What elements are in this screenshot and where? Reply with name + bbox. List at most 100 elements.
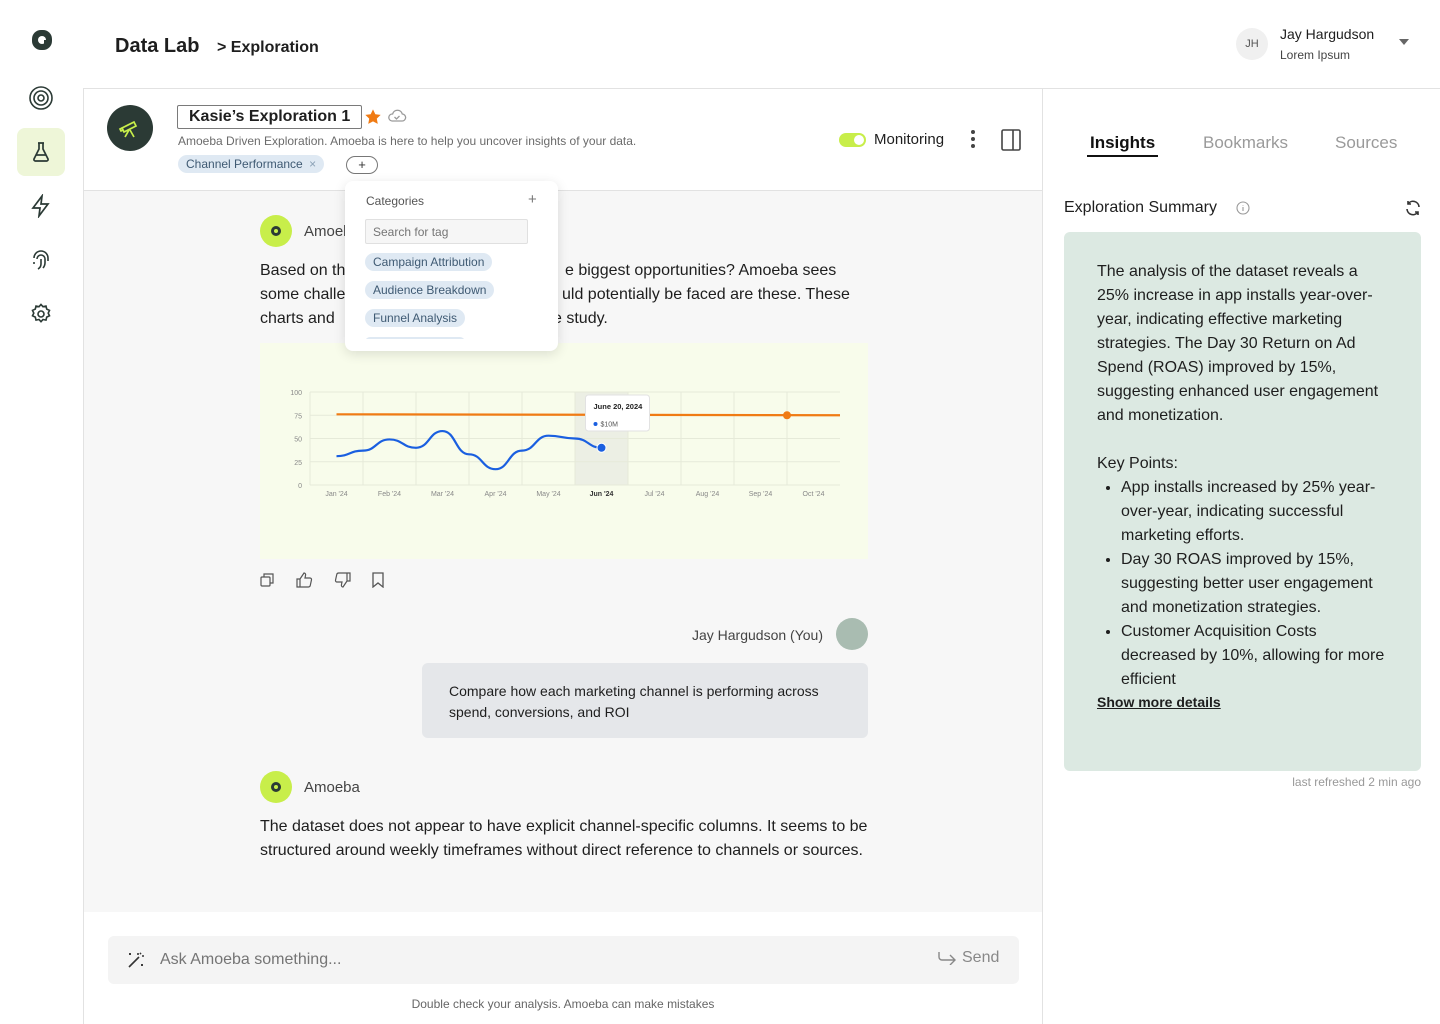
send-icon — [938, 951, 956, 965]
message-text: The dataset does not appear to have expl… — [260, 818, 868, 859]
user-avatar — [836, 618, 868, 650]
user-name: Jay Hargudson — [1280, 26, 1375, 42]
tag-option[interactable]: Audience Breakdown — [365, 281, 495, 299]
key-point: Customer Acquisition Costs decreased by … — [1121, 620, 1388, 692]
tooltip-value: $10M — [601, 422, 619, 429]
magic-wand-icon — [126, 950, 146, 970]
avatar[interactable]: JH — [1236, 28, 1268, 60]
tooltip-dot — [593, 422, 598, 426]
refresh-icon[interactable] — [1404, 199, 1422, 217]
logo-icon[interactable] — [31, 29, 53, 51]
tag-option-partial — [365, 337, 465, 339]
send-button[interactable]: Send — [938, 949, 999, 967]
user-message-author: Jay Hargudson (You) — [691, 627, 823, 643]
monitoring-label: Monitoring — [874, 131, 945, 148]
summary-title: Exploration Summary — [1064, 199, 1217, 216]
chart-container: 0 25 50 75 100 Jan '24 Feb '24 Mar '24 Apr '24 Ma… — [260, 343, 868, 559]
lightning-icon[interactable] — [17, 182, 65, 230]
close-icon[interactable]: × — [309, 157, 316, 171]
message-text-fragment: some challe — [260, 286, 346, 303]
x-tick-label: Jun '24 — [590, 491, 614, 498]
x-tick-label: May '24 — [536, 491, 560, 498]
message-author: Amoel — [304, 223, 347, 240]
cloud-icon[interactable] — [387, 108, 407, 124]
x-tick-label: Jan '24 — [325, 491, 347, 498]
show-more-link[interactable]: Show more details — [1097, 694, 1388, 710]
key-points-title: Key Points: — [1097, 455, 1178, 472]
message-text-fragment: Based on th — [260, 262, 346, 279]
x-tick-label: Jul '24 — [644, 491, 664, 498]
disclaimer: Double check your analysis. Amoeba can m… — [411, 997, 715, 1011]
amoeba-avatar — [260, 771, 292, 803]
tag-option[interactable]: Campaign Attribution — [365, 253, 493, 271]
monitoring-toggle[interactable] — [839, 133, 866, 147]
y-tick-label: 0 — [298, 483, 302, 490]
tab-sources[interactable]: Sources — [1335, 133, 1397, 153]
exploration-description: Amoeba Driven Exploration. Amoeba is her… — [178, 134, 637, 148]
active-tab-underline — [1087, 155, 1158, 157]
chat-area: Amoel Based on th e biggest opportunitie… — [84, 191, 1042, 912]
summary-paragraph: The analysis of the dataset reveals a 25… — [1097, 263, 1379, 424]
x-tick-label: Mar '24 — [431, 491, 454, 498]
star-icon[interactable] — [364, 108, 382, 126]
tag-options-list: Campaign Attribution Audience Breakdown … — [365, 253, 553, 339]
x-tick-label: Aug '24 — [696, 491, 720, 498]
info-icon[interactable] — [1236, 201, 1250, 215]
tag-popover: Categories + Campaign Attribution Audien… — [345, 181, 558, 351]
more-vertical-icon[interactable] — [970, 129, 976, 149]
panel-toggle-icon[interactable] — [1001, 129, 1021, 151]
active-point — [596, 442, 607, 453]
ask-input[interactable] — [160, 946, 860, 974]
x-tick-label: Oct '24 — [803, 491, 825, 498]
copy-icon[interactable] — [260, 573, 274, 587]
thumbs-down-icon[interactable] — [334, 572, 351, 588]
key-point: Day 30 ROAS improved by 15%, suggesting … — [1121, 548, 1388, 620]
x-tick-label: Sep '24 — [749, 491, 773, 498]
tab-insights[interactable]: Insights — [1090, 133, 1155, 153]
chevron-down-icon[interactable] — [1398, 38, 1410, 46]
main-panel: Kasie’s Exploration 1 Amoeba Driven Expl… — [83, 89, 1043, 1024]
bookmark-icon[interactable] — [372, 572, 384, 588]
message-text-fragment: charts and — [260, 310, 335, 327]
key-points-list: App installs increased by 25% year-over-… — [1121, 476, 1388, 692]
composer-area: Send Double check your analysis. Amoeba … — [84, 912, 1042, 1024]
breadcrumb[interactable]: > Exploration — [217, 39, 319, 57]
message-author: Amoeba — [304, 779, 360, 796]
app-title: Data Lab — [115, 35, 200, 57]
y-tick-label: 100 — [290, 390, 302, 397]
flask-icon[interactable] — [17, 128, 65, 176]
message-text-fragment: uld potentially be faced are these. Thes… — [562, 286, 850, 303]
line-chart: 0 25 50 75 100 Jan '24 Feb '24 Mar '24 Apr '24 Ma… — [290, 390, 841, 498]
tag-label: Channel Performance — [186, 157, 303, 171]
x-tick-label: Feb '24 — [378, 491, 401, 498]
send-label: Send — [962, 949, 1000, 966]
message-text-fragment: e biggest opportunities? Amoeba sees — [565, 262, 837, 279]
popover-title: Categories — [366, 194, 425, 208]
top-bar: Data Lab > Exploration JH Jay Hargudson … — [83, 0, 1440, 89]
exploration-title-field[interactable]: Kasie’s Exploration 1 — [177, 105, 363, 129]
summary-card: The analysis of the dataset reveals a 25… — [1064, 232, 1421, 771]
left-rail — [0, 0, 83, 1024]
series-marker — [783, 411, 791, 420]
fingerprint-icon[interactable] — [17, 236, 65, 284]
tab-bookmarks[interactable]: Bookmarks — [1203, 133, 1288, 153]
tag-search-input[interactable] — [365, 219, 528, 244]
gear-icon[interactable] — [17, 290, 65, 338]
composer: Send — [108, 936, 1019, 984]
y-tick-label: 25 — [294, 460, 302, 467]
user-message-bubble: Compare how each marketing channel is pe… — [422, 663, 868, 738]
tag-channel-performance[interactable]: Channel Performance × — [178, 155, 325, 173]
amoeba-avatar — [260, 215, 292, 247]
thumbs-up-icon[interactable] — [296, 572, 313, 588]
right-panel: Insights Bookmarks Sources Exploration S… — [1044, 89, 1440, 1024]
exploration-header: Kasie’s Exploration 1 Amoeba Driven Expl… — [84, 89, 1042, 191]
tag-option[interactable]: Funnel Analysis — [365, 309, 466, 327]
last-refreshed: last refreshed 2 min ago — [1292, 775, 1421, 789]
y-tick-label: 75 — [294, 413, 302, 420]
radar-icon[interactable] — [17, 74, 65, 122]
y-tick-label: 50 — [294, 437, 302, 444]
add-category-button[interactable]: + — [528, 191, 537, 208]
message-text-fragment: e study. — [553, 310, 608, 327]
add-tag-button[interactable]: + — [346, 156, 378, 174]
key-point: App installs increased by 25% year-over-… — [1121, 476, 1388, 548]
